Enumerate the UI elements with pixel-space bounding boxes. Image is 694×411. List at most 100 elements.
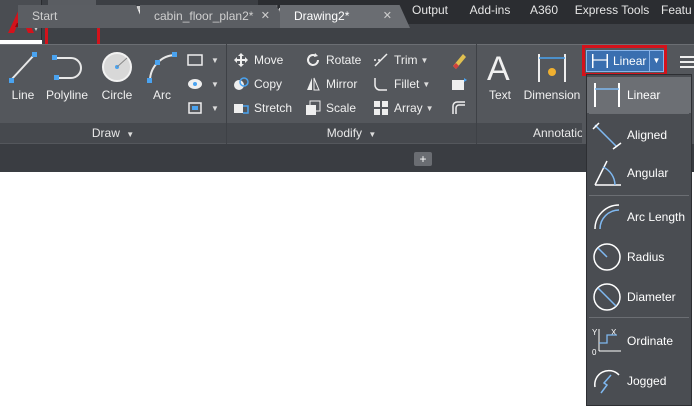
svg-text:A: A xyxy=(487,50,510,86)
modify-panel-label: Modify xyxy=(326,126,363,140)
jogged-dimension-icon xyxy=(591,365,623,397)
tab-a360[interactable]: A360 xyxy=(523,2,565,19)
rectangle-icon xyxy=(186,51,204,69)
scale-label: Scale xyxy=(326,101,357,115)
explode-button[interactable] xyxy=(450,74,472,94)
stretch-button[interactable]: Stretch xyxy=(232,98,292,118)
dimension-label: Dimension xyxy=(523,88,581,102)
menu-item-arc-length[interactable]: Arc Length xyxy=(587,199,691,235)
array-icon xyxy=(372,99,390,117)
array-button[interactable]: Array ▼ xyxy=(372,98,434,118)
trim-button[interactable]: Trim ▼ xyxy=(372,50,428,70)
polyline-icon xyxy=(52,55,82,80)
dimension-icon xyxy=(538,54,566,82)
close-icon[interactable]: ✕ xyxy=(261,5,270,28)
file-tab-cabin-label: cabin_floor_plan2* xyxy=(154,9,254,23)
menu-item-aligned[interactable]: Aligned xyxy=(587,117,691,153)
tab-output[interactable]: Output xyxy=(404,2,456,19)
rectangle-button[interactable]: ▼ xyxy=(186,50,219,70)
fillet-button[interactable]: Fillet ▼ xyxy=(372,74,430,94)
fillet-label: Fillet xyxy=(394,77,420,91)
linear-dimension-icon xyxy=(591,79,623,111)
draw-panel-title[interactable]: Draw ▼ xyxy=(0,123,226,143)
move-label: Move xyxy=(254,53,284,67)
menu-divider xyxy=(589,195,689,196)
menu-item-radius[interactable]: Radius xyxy=(587,239,691,275)
erase-button[interactable] xyxy=(450,50,472,70)
polyline-label: Polyline xyxy=(45,88,89,102)
autocad-window: ▾ ▾ ⩡ Home Insert Annotate Parametric Vi… xyxy=(0,0,694,411)
rotate-icon xyxy=(304,51,322,69)
chevron-down-icon[interactable]: ▼ xyxy=(426,104,434,113)
menu-item-aligned-label: Aligned xyxy=(627,128,668,142)
annotation-panel-label: Annotatio xyxy=(533,126,582,140)
aligned-dimension-icon xyxy=(591,119,623,151)
move-button[interactable]: Move xyxy=(232,50,283,70)
copy-icon xyxy=(232,75,250,93)
offset-button[interactable] xyxy=(450,98,472,118)
linear-button-highlight xyxy=(582,45,667,76)
boundary-icon xyxy=(186,99,204,117)
radius-dimension-icon xyxy=(591,241,623,273)
menu-item-linear-label: Linear xyxy=(627,88,661,102)
circle-icon xyxy=(102,52,132,82)
hatch-icon xyxy=(186,75,204,93)
annotation-panel-title[interactable]: Annotatio xyxy=(477,123,582,143)
trim-icon xyxy=(372,51,390,69)
menu-divider xyxy=(589,113,689,114)
line-label: Line xyxy=(11,88,35,102)
scale-icon xyxy=(304,99,322,117)
rotate-label: Rotate xyxy=(326,53,362,67)
close-icon[interactable]: ✕ xyxy=(383,5,392,28)
chevron-down-icon: ▼ xyxy=(368,130,377,139)
draw-panel-label: Draw xyxy=(91,126,120,140)
menu-item-arc-length-label: Arc Length xyxy=(627,210,686,224)
fillet-icon xyxy=(372,75,390,93)
array-label: Array xyxy=(394,101,423,115)
circle-button[interactable]: Circle xyxy=(98,50,136,102)
menu-item-ordinate[interactable]: YX0 Ordinate xyxy=(587,323,691,359)
trim-label: Trim xyxy=(394,53,418,67)
svg-text:0: 0 xyxy=(592,348,597,357)
hatch-button[interactable]: ▼ xyxy=(186,74,219,94)
menu-item-linear[interactable]: Linear xyxy=(587,77,691,113)
modify-panel-title[interactable]: Modify ▼ xyxy=(227,123,476,143)
text-button[interactable]: A Text xyxy=(482,50,518,102)
chevron-down-icon[interactable]: ▼ xyxy=(421,56,429,65)
dimension-dropdown-menu: Linear Aligned Angular Arc Length Radius… xyxy=(586,74,692,406)
rotate-button[interactable]: Rotate xyxy=(304,50,361,70)
menu-item-angular[interactable]: Angular xyxy=(587,155,691,191)
ordinate-dimension-icon: YX0 xyxy=(591,325,623,357)
polyline-button[interactable]: Polyline xyxy=(44,50,90,102)
scale-button[interactable]: Scale xyxy=(304,98,356,118)
arc-length-icon xyxy=(591,201,623,233)
move-icon xyxy=(232,51,250,69)
line-button[interactable]: Line xyxy=(6,50,40,102)
chevron-down-icon[interactable]: ▼ xyxy=(211,56,219,65)
stretch-label: Stretch xyxy=(254,101,293,115)
dimension-button[interactable]: Dimension xyxy=(522,50,582,102)
tab-add-ins[interactable]: Add-ins xyxy=(462,2,518,19)
text-icon: A xyxy=(487,50,510,86)
boundary-button[interactable]: ▼ xyxy=(186,98,219,118)
menu-item-diameter[interactable]: Diameter xyxy=(587,279,691,315)
mirror-label: Mirror xyxy=(326,77,358,91)
chevron-down-icon[interactable]: ▼ xyxy=(422,80,430,89)
tab-featured[interactable]: Featu xyxy=(661,2,694,19)
diameter-dimension-icon xyxy=(591,281,623,313)
chevron-down-icon[interactable]: ▼ xyxy=(211,80,219,89)
file-tab-start[interactable]: Start xyxy=(18,5,146,28)
mirror-button[interactable]: Mirror xyxy=(304,74,357,94)
angular-dimension-icon xyxy=(591,157,623,189)
offset-icon xyxy=(450,99,468,117)
chevron-down-icon[interactable]: ▼ xyxy=(211,104,219,113)
new-tab-plus-icon[interactable]: + xyxy=(414,152,432,166)
file-tab-drawing2[interactable]: Drawing2* ✕ xyxy=(280,5,410,28)
tab-express-tools[interactable]: Express Tools xyxy=(571,2,653,19)
menu-item-jogged[interactable]: Jogged xyxy=(587,363,691,399)
arc-button[interactable]: Arc xyxy=(144,50,180,102)
file-tab-start-label: Start xyxy=(32,9,58,23)
copy-button[interactable]: Copy xyxy=(232,74,282,94)
menu-item-angular-label: Angular xyxy=(627,166,669,180)
file-tab-cabin-floor-plan[interactable]: cabin_floor_plan2* ✕ xyxy=(140,5,288,28)
